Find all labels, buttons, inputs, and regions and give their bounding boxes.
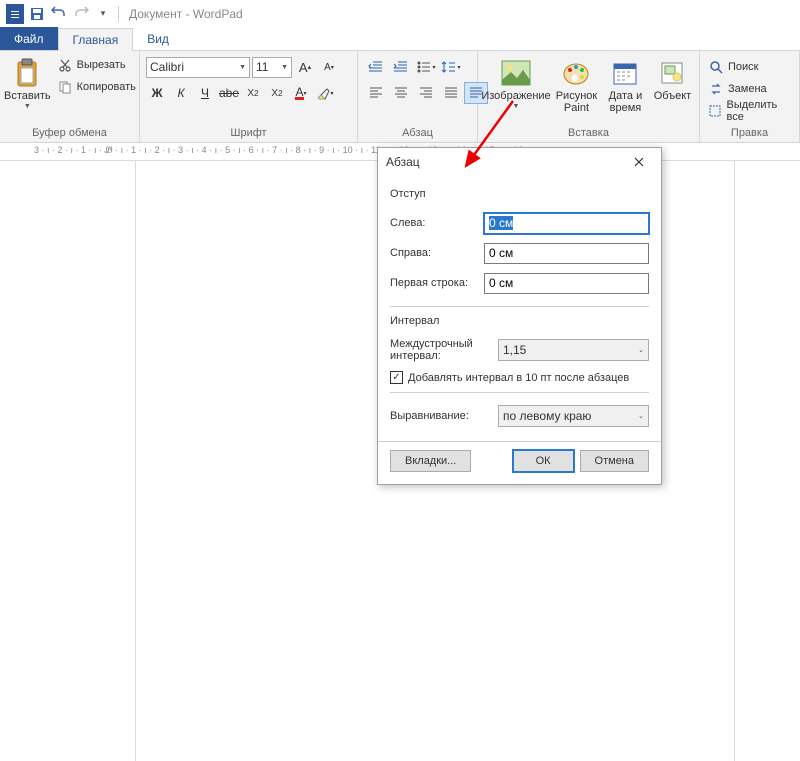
chevron-down-icon: ▼ xyxy=(513,103,520,110)
copy-button[interactable]: Копировать xyxy=(53,76,140,98)
firstline-indent-label: Первая строка: xyxy=(390,277,476,289)
insert-paint-button[interactable]: Рисунок Paint xyxy=(552,54,601,114)
underline-button[interactable]: Ч xyxy=(194,82,216,104)
group-paragraph: ▾ ▾ Абзац xyxy=(358,51,478,142)
find-button[interactable]: Поиск xyxy=(704,56,795,78)
chevron-down-icon: ⌄ xyxy=(638,412,644,420)
bold-button[interactable]: Ж xyxy=(146,82,168,104)
left-indent-label: Слева: xyxy=(390,217,476,229)
select-all-button[interactable]: Выделить все xyxy=(704,100,795,122)
checkbox-checked-icon: ✓ xyxy=(390,371,403,384)
tabs-button[interactable]: Вкладки... xyxy=(390,450,471,472)
separator xyxy=(118,6,119,22)
select-all-icon xyxy=(708,103,723,119)
italic-button[interactable]: К xyxy=(170,82,192,104)
font-color-button[interactable]: A▾ xyxy=(290,82,312,104)
insert-image-button[interactable]: Изображение ▼ xyxy=(482,54,550,110)
group-editing: Поиск Замена Выделить все Правка xyxy=(700,51,800,142)
line-spacing-button[interactable]: ▾ xyxy=(439,56,463,78)
dialog-titlebar[interactable]: Абзац xyxy=(378,148,661,176)
insert-datetime-button[interactable]: Дата и время xyxy=(603,54,648,114)
highlight-button[interactable]: ▾ xyxy=(314,82,336,104)
decrease-indent-button[interactable] xyxy=(364,56,388,78)
ribbon: Вставить ▼ Вырезать Копировать Буфер xyxy=(0,51,800,143)
group-clipboard: Вставить ▼ Вырезать Копировать Буфер xyxy=(0,51,140,142)
dialog-title: Абзац xyxy=(386,155,420,169)
add-space-checkbox[interactable]: ✓ Добавлять интервал в 10 пт после абзац… xyxy=(390,371,649,384)
right-indent-label: Справа: xyxy=(390,247,476,259)
align-center-button[interactable] xyxy=(389,82,413,104)
replace-icon xyxy=(708,81,724,97)
cancel-button[interactable]: Отмена xyxy=(580,450,649,472)
font-name-combo[interactable]: Calibri▼ xyxy=(146,57,250,78)
tab-view[interactable]: Вид xyxy=(133,27,183,50)
align-select[interactable]: по левому краю ⌄ xyxy=(498,405,649,427)
bullets-button[interactable]: ▾ xyxy=(414,56,438,78)
tab-file[interactable]: Файл xyxy=(0,27,58,50)
firstline-indent-input[interactable] xyxy=(484,273,649,294)
chevron-down-icon: ⌄ xyxy=(638,346,644,354)
close-button[interactable] xyxy=(625,151,653,173)
ok-button[interactable]: ОК xyxy=(513,450,574,472)
group-font: Calibri▼ 11▼ A▴ A▾ Ж К Ч abe X2 X2 A▾ xyxy=(140,51,358,142)
group-insert: Изображение ▼ Рисунок Paint Дата и время… xyxy=(478,51,700,142)
app-menu-icon[interactable] xyxy=(6,4,24,24)
linespacing-label: Междустрочный интервал: xyxy=(390,338,490,362)
left-indent-input[interactable] xyxy=(484,213,649,234)
paste-button[interactable]: Вставить ▼ xyxy=(4,54,51,110)
qat-customize-icon[interactable]: ▾ xyxy=(92,3,114,25)
paragraph-dialog: Абзац Отступ Слева: Справа: Первая строк… xyxy=(377,147,662,485)
ribbon-tabs: Файл Главная Вид xyxy=(0,27,800,51)
search-icon xyxy=(708,59,724,75)
strike-button[interactable]: abe xyxy=(218,82,240,104)
window-title: Документ - WordPad xyxy=(129,7,243,21)
copy-icon xyxy=(57,79,73,95)
chevron-down-icon: ▼ xyxy=(239,64,246,71)
paint-icon xyxy=(560,57,592,89)
paste-icon xyxy=(11,57,43,89)
image-icon xyxy=(500,57,532,89)
right-indent-input[interactable] xyxy=(484,243,649,264)
object-icon xyxy=(656,57,688,89)
subscript-button[interactable]: X2 xyxy=(242,82,264,104)
scissors-icon xyxy=(57,57,73,73)
redo-icon[interactable] xyxy=(70,3,92,25)
align-label: Выравнивание: xyxy=(390,410,490,422)
align-right-button[interactable] xyxy=(414,82,438,104)
save-icon[interactable] xyxy=(26,3,48,25)
align-left-button[interactable] xyxy=(364,82,388,104)
indent-section-label: Отступ xyxy=(390,188,649,200)
tab-home[interactable]: Главная xyxy=(58,28,134,51)
spacing-section-label: Интервал xyxy=(390,315,649,327)
cut-button[interactable]: Вырезать xyxy=(53,54,140,76)
quick-access-toolbar: ▾ Документ - WordPad xyxy=(0,0,800,27)
replace-button[interactable]: Замена xyxy=(704,78,795,100)
align-justify-button[interactable] xyxy=(439,82,463,104)
grow-font-button[interactable]: A▴ xyxy=(294,56,316,78)
linespacing-select[interactable]: 1,15 ⌄ xyxy=(498,339,649,361)
superscript-button[interactable]: X2 xyxy=(266,82,288,104)
undo-icon[interactable] xyxy=(48,3,70,25)
font-size-combo[interactable]: 11▼ xyxy=(252,57,292,78)
shrink-font-button[interactable]: A▾ xyxy=(318,56,340,78)
increase-indent-button[interactable] xyxy=(389,56,413,78)
chevron-down-icon: ▼ xyxy=(281,64,288,71)
insert-object-button[interactable]: Объект xyxy=(650,54,695,102)
chevron-down-icon: ▼ xyxy=(24,103,31,110)
calendar-icon xyxy=(609,57,641,89)
